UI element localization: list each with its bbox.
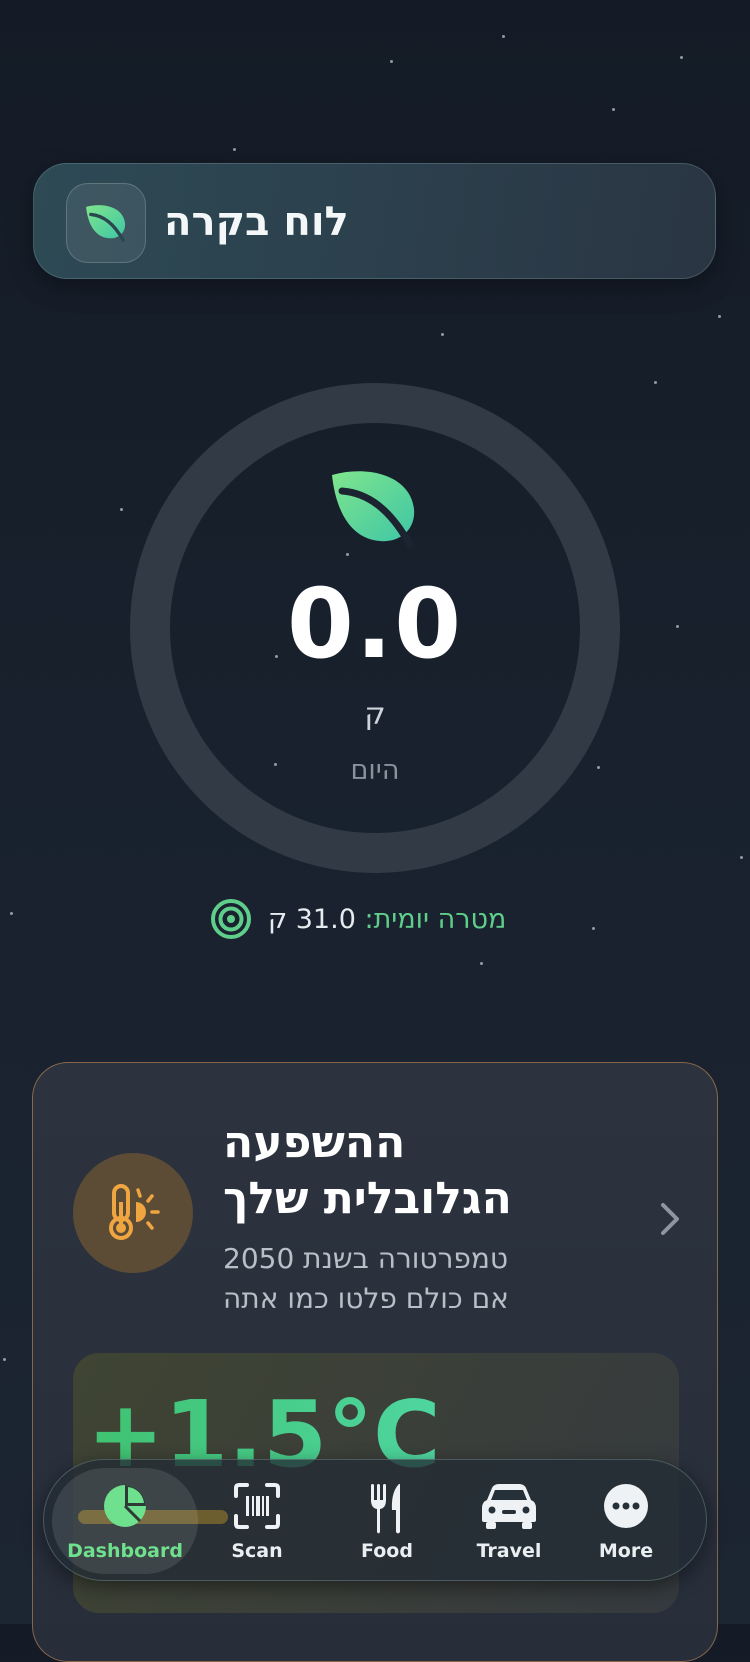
impact-icon-badge <box>73 1153 193 1273</box>
dashboard-header: לוח בקרה <box>33 163 716 279</box>
impact-title-line1: ההשפעה <box>223 1117 406 1168</box>
daily-goal-text: מטרה יומית: 31.0 ק <box>268 904 506 935</box>
period-label: היום <box>350 755 400 786</box>
more-icon <box>604 1484 648 1528</box>
impact-title: ההשפעה הגלובלית שלך <box>223 1115 643 1227</box>
daily-goal: מטרה יומית: 31.0 ק <box>210 897 506 941</box>
emission-value: 0.0 <box>286 568 464 680</box>
page-title: לוח בקרה <box>164 199 349 245</box>
chevron-right-icon[interactable] <box>655 1199 685 1239</box>
tab-label: Travel <box>476 1540 542 1562</box>
tab-label: Dashboard <box>67 1540 183 1562</box>
car-icon <box>482 1484 536 1529</box>
target-icon <box>211 899 251 939</box>
leaf-icon <box>332 471 415 549</box>
tab-label: Scan <box>231 1540 283 1562</box>
tab-dashboard[interactable]: Dashboard <box>60 1460 190 1582</box>
tab-food[interactable]: Food <box>322 1460 452 1582</box>
fork-knife-icon <box>371 1484 400 1534</box>
app-logo <box>66 183 146 263</box>
bottom-tab-bar: Dashboard Scan Food Travel More <box>43 1459 707 1581</box>
tab-more[interactable]: More <box>561 1460 691 1582</box>
impact-title-line2: הגלובלית שלך <box>223 1173 512 1224</box>
tab-label: Food <box>361 1540 413 1562</box>
daily-goal-label: מטרה יומית: <box>364 903 507 935</box>
impact-description: טמפרטורה בשנת 2050 אם כולם פלטו כמו אתה <box>223 1239 643 1319</box>
impact-desc-line1: טמפרטורה בשנת 2050 <box>223 1242 509 1275</box>
thermometer-sun-icon <box>109 1184 160 1240</box>
tab-scan[interactable]: Scan <box>192 1460 322 1582</box>
barcode-scan-icon <box>234 1483 280 1529</box>
daily-goal-value: 31.0 ק <box>268 903 356 935</box>
pie-chart-icon <box>104 1485 146 1527</box>
tab-travel[interactable]: Travel <box>444 1460 574 1582</box>
leaf-icon <box>86 205 126 242</box>
impact-desc-line2: אם כולם פלטו כמו אתה <box>223 1282 509 1315</box>
tab-label: More <box>598 1540 654 1562</box>
emission-unit: ק <box>364 697 386 732</box>
